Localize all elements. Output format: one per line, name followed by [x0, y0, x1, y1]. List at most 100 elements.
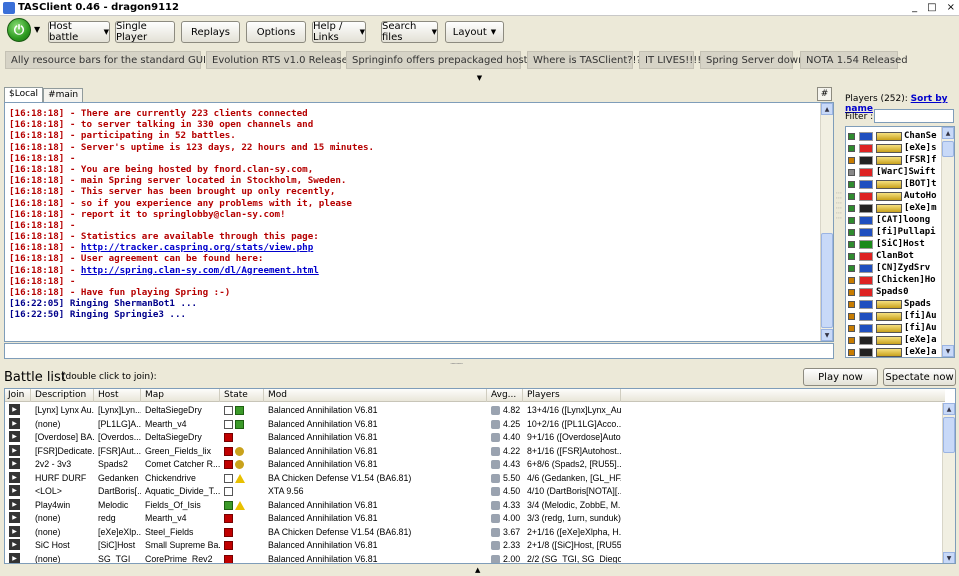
- player-row[interactable]: [CN]ZydSrv: [848, 262, 930, 274]
- news-item[interactable]: Where is TASClient?!?: [527, 51, 642, 69]
- player-row[interactable]: [fi]Au: [848, 322, 937, 334]
- battle-row[interactable]: ▶ 2v2 - 3v3 Spads2 Comet Catcher R... Balanc…: [5, 457, 945, 471]
- join-icon[interactable]: ▶: [9, 498, 20, 510]
- news-item[interactable]: NOTA 1.54 Released: [800, 51, 908, 69]
- column-header-description[interactable]: Description: [32, 389, 94, 402]
- battle-row[interactable]: ▶ (none) redg Mearth_v4 Balanced Annihilatio…: [5, 511, 945, 525]
- player-row[interactable]: [CAT]loong: [848, 214, 930, 226]
- column-header-avg[interactable]: Avg...: [488, 389, 523, 402]
- news-item[interactable]: Springinfo offers prepackaged hosting: [346, 51, 543, 69]
- chat-link[interactable]: http://spring.clan-sy.com/dl/Agreement.h…: [81, 265, 319, 276]
- player-row[interactable]: ClanBot: [848, 250, 914, 262]
- toolbar-button-help-links[interactable]: Help / Links ▼: [312, 21, 366, 43]
- column-header-host[interactable]: Host: [95, 389, 141, 402]
- player-row[interactable]: [eXe]m: [848, 202, 937, 214]
- toolbar-button-options[interactable]: Options: [246, 21, 306, 43]
- news-item[interactable]: Ally resource bars for the standard GUI …: [5, 51, 231, 69]
- toolbar-button-layout[interactable]: Layout ▼: [445, 21, 504, 43]
- player-row[interactable]: [BOT]t: [848, 178, 937, 190]
- join-icon[interactable]: ▶: [9, 417, 20, 429]
- join-icon[interactable]: ▶: [9, 539, 20, 550]
- player-row[interactable]: Spads0: [848, 286, 909, 298]
- vertical-splitter[interactable]: ⋮⋮⋮⋮⋮⋮: [835, 190, 842, 250]
- battle-row[interactable]: ▶ HURF DURF Gedanken Chickendrive BA Chicken…: [5, 471, 945, 485]
- player-row[interactable]: AutoHo: [848, 190, 937, 202]
- join-icon[interactable]: ▶: [9, 552, 20, 563]
- join-icon[interactable]: ▶: [9, 404, 20, 415]
- player-name: [fi]Au: [904, 311, 937, 321]
- battle-row[interactable]: ▶ <LOL> DartBoris[... Aquatic_Divide_T... XT…: [5, 484, 945, 498]
- close-button[interactable]: ×: [947, 2, 955, 13]
- channel-list-button[interactable]: #: [817, 87, 832, 101]
- news-item[interactable]: IT LIVES!!!!: [639, 51, 701, 69]
- player-row[interactable]: ChanSe: [848, 130, 937, 142]
- join-icon[interactable]: ▶: [9, 471, 20, 483]
- player-row[interactable]: [fi]Pullapi: [848, 226, 936, 238]
- column-header-map[interactable]: Map: [142, 389, 220, 402]
- tab-local[interactable]: $Local: [4, 87, 44, 102]
- column-header-join[interactable]: Join: [5, 389, 31, 402]
- spectate-now-button[interactable]: Spectate now: [883, 368, 956, 386]
- battle-row[interactable]: ▶ Play4win Melodic Fields_Of_Isis Balanced A…: [5, 498, 945, 512]
- toolbar-button-host-battle[interactable]: Host battle ▼: [48, 21, 110, 43]
- scroll-thumb[interactable]: [821, 233, 833, 328]
- battle-table[interactable]: Join Description Host Map State Mod Avg... Play…: [4, 388, 956, 564]
- player-list[interactable]: ▲ ▼ ChanSe [eXe]s [FSR]f [WarC]Swift [BOT]t A…: [845, 126, 955, 358]
- tab-main[interactable]: #main: [43, 88, 84, 103]
- news-collapse-handle[interactable]: ▼: [0, 73, 959, 83]
- battle-row[interactable]: ▶ SiC Host [SiC]Host Small Supreme Ba... Bal…: [5, 538, 945, 552]
- join-icon[interactable]: ▶: [9, 485, 20, 496]
- scroll-thumb[interactable]: [942, 141, 954, 157]
- battle-row[interactable]: ▶ (none) [eXe]eXlp... Steel_Fields BA Chicke…: [5, 525, 945, 539]
- minimize-button[interactable]: _: [912, 2, 917, 13]
- player-row[interactable]: [WarC]Swift: [848, 166, 936, 178]
- player-row[interactable]: [FSR]f: [848, 154, 937, 166]
- chat-link[interactable]: http://tracker.caspring.org/stats/view.p…: [81, 242, 313, 253]
- player-scrollbar[interactable]: ▲ ▼: [941, 127, 954, 357]
- horizontal-splitter[interactable]: ··········: [450, 360, 463, 368]
- battle-row[interactable]: ▶ [Lynx] Lynx Au... [Lynx]Lyn... DeltaSiege…: [5, 403, 945, 417]
- chevron-down-icon[interactable]: ▼: [34, 25, 40, 34]
- scroll-up-icon[interactable]: ▲: [821, 103, 833, 115]
- player-row[interactable]: [Chicken]Ho: [848, 274, 936, 286]
- player-row[interactable]: [eXe]a: [848, 334, 937, 346]
- scroll-down-icon[interactable]: ▼: [942, 345, 954, 357]
- rank-icon: [491, 419, 500, 429]
- battle-row[interactable]: ▶ (none) SG_TGI CorePrime_Rev2 Balanced Anni…: [5, 552, 945, 563]
- battle-row[interactable]: ▶ [Overdose] BA... [Overdos... DeltaSiegeDr…: [5, 430, 945, 444]
- battle-row[interactable]: ▶ (none) [PL1LG]A... Mearth_v4 Balanced Anni…: [5, 417, 945, 431]
- news-item[interactable]: Spring Server down: [700, 51, 804, 69]
- scroll-down-icon[interactable]: ▼: [821, 329, 833, 341]
- chat-input[interactable]: [4, 343, 834, 359]
- toolbar-button-replays[interactable]: Replays: [181, 21, 240, 43]
- toolbar-button-search-files[interactable]: Search files ▼: [381, 21, 438, 43]
- join-icon[interactable]: ▶: [9, 458, 20, 469]
- chat-line: [16:18:18] - main Spring server located …: [9, 175, 374, 186]
- player-row[interactable]: [eXe]s: [848, 142, 937, 154]
- column-header-players[interactable]: Players: [524, 389, 621, 402]
- join-icon[interactable]: ▶: [9, 431, 20, 442]
- scroll-up-icon[interactable]: ▲: [942, 127, 954, 139]
- join-icon[interactable]: ▶: [9, 512, 20, 523]
- maximize-button[interactable]: □: [927, 2, 936, 13]
- toolbar-button-single-player[interactable]: Single Player: [115, 21, 175, 43]
- chevron-up-icon[interactable]: ▲: [475, 566, 480, 574]
- battle-row[interactable]: ▶ [FSR]Dedicate... [FSR]Aut... Green_Fields…: [5, 444, 945, 458]
- news-item[interactable]: Evolution RTS v1.0 Released!: [206, 51, 358, 69]
- player-row[interactable]: Spads: [848, 298, 931, 310]
- power-icon[interactable]: ⏻: [7, 18, 31, 42]
- chat-scrollbar[interactable]: ▲ ▼: [820, 103, 833, 341]
- player-row[interactable]: [eXe]a: [848, 346, 937, 357]
- join-icon[interactable]: ▶: [9, 444, 20, 456]
- player-row[interactable]: [fi]Au: [848, 310, 937, 322]
- play-now-button[interactable]: Play now: [803, 368, 878, 386]
- chat-line-text: [16:18:18] - Server's uptime is 123 days…: [9, 141, 375, 153]
- join-icon[interactable]: ▶: [9, 525, 20, 537]
- chat-log[interactable]: [16:18:18] - There are currently 223 cli…: [4, 102, 834, 342]
- toolbar-button-label: Search files: [382, 21, 417, 43]
- player-filter-input[interactable]: [874, 109, 954, 123]
- chevron-down-icon[interactable]: ▼: [477, 74, 482, 82]
- column-header-mod[interactable]: Mod: [265, 389, 487, 402]
- player-row[interactable]: [SiC]Host: [848, 238, 925, 250]
- column-header-state[interactable]: State: [221, 389, 264, 402]
